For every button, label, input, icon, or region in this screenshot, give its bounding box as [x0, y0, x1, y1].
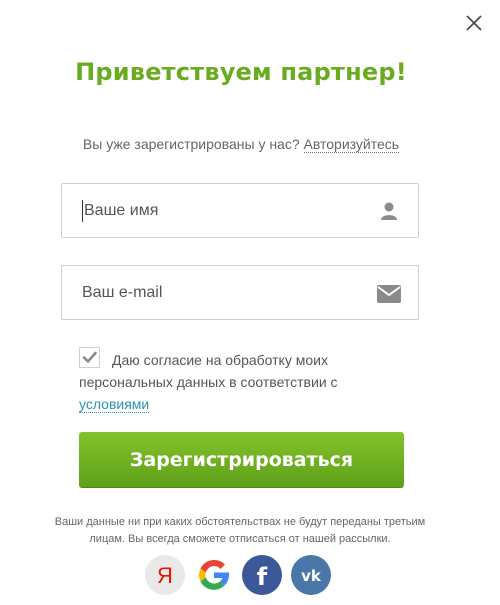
- page-title: Приветствуем партнер!: [75, 58, 407, 86]
- login-link[interactable]: Авторизуйтесь: [303, 136, 400, 153]
- name-field[interactable]: [61, 183, 419, 238]
- name-input[interactable]: [82, 200, 364, 222]
- terms-link[interactable]: условиями: [79, 396, 150, 413]
- email-field[interactable]: [61, 265, 419, 320]
- login-prompt-text: Вы уже зарегистрированы у нас?: [82, 136, 300, 152]
- consent-label: Даю согласие на обработку моих персональ…: [79, 352, 338, 390]
- login-prompt: Вы уже зарегистрированы у нас? Авторизуй…: [0, 136, 482, 153]
- svg-text:f: f: [257, 563, 268, 591]
- svg-text:Я: Я: [157, 563, 173, 588]
- register-button[interactable]: Зарегистрироваться: [79, 432, 404, 487]
- user-icon: [379, 201, 399, 221]
- google-login-button[interactable]: [194, 555, 234, 595]
- consent-text: Даю согласие на обработку моих персональ…: [79, 349, 369, 415]
- vk-icon: vk: [301, 567, 322, 585]
- svg-text:vk: vk: [301, 567, 322, 585]
- registration-modal: Приветствуем партнер! Вы уже зарегистрир…: [0, 0, 500, 605]
- google-icon: [199, 559, 229, 590]
- facebook-icon: f: [257, 563, 268, 591]
- close-icon[interactable]: [464, 13, 484, 33]
- facebook-login-button[interactable]: f: [242, 555, 282, 595]
- envelope-icon: [377, 285, 401, 305]
- vk-login-button[interactable]: vk: [291, 555, 331, 595]
- yandex-login-button[interactable]: Я: [145, 555, 185, 595]
- privacy-disclaimer: Ваши данные ни при каких обстоятельствах…: [54, 516, 426, 545]
- email-input[interactable]: [82, 266, 362, 319]
- yandex-icon: Я: [157, 563, 173, 588]
